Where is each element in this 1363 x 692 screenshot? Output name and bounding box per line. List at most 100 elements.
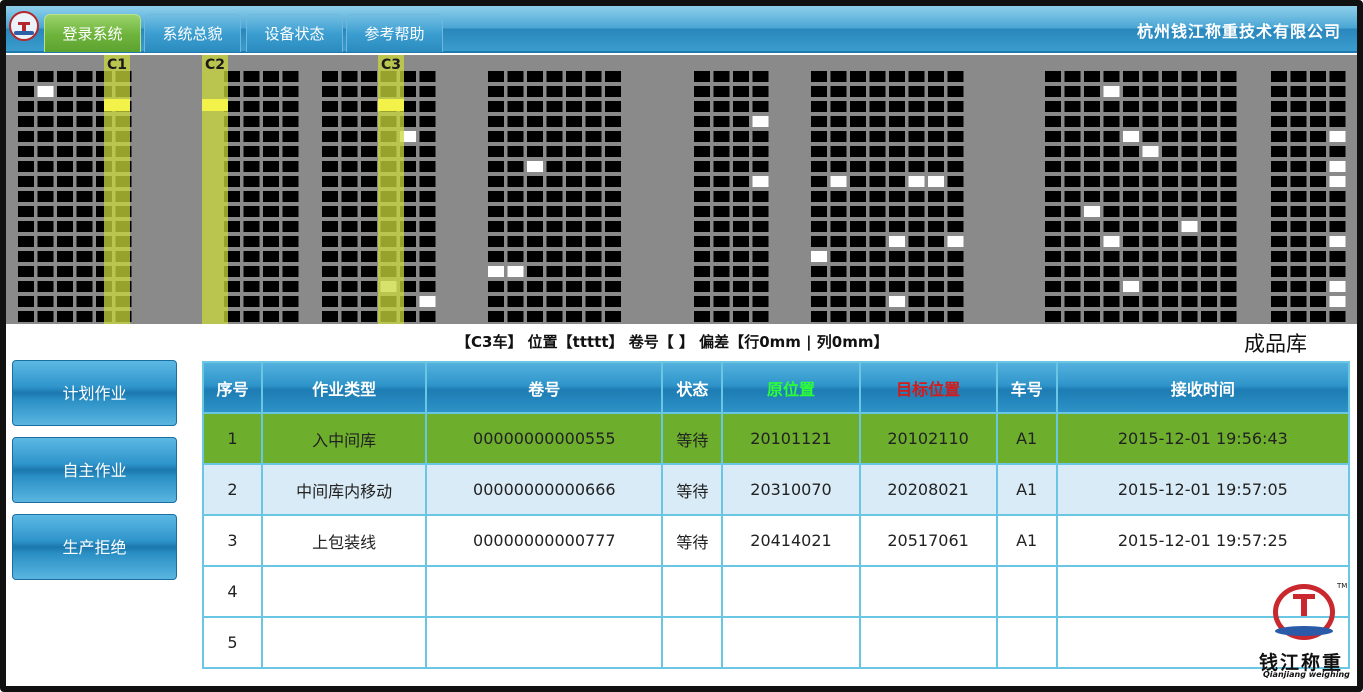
header-receive-time[interactable]: 接收时间 [1057, 363, 1348, 412]
crane-track[interactable] [378, 55, 404, 324]
storage-slot [585, 101, 602, 112]
header-job-type[interactable]: 作业类型 [263, 363, 426, 412]
storage-slot [869, 176, 886, 187]
storage-slot [263, 251, 279, 262]
storage-slot [76, 71, 93, 82]
storage-slot [1084, 281, 1100, 292]
storage-slot [57, 191, 73, 202]
storage-slot [869, 146, 886, 157]
table-row[interactable]: 3 上包装线 00000000000777 等待 20414021 20517061 A1 2… [204, 516, 1348, 565]
storage-slot [18, 176, 34, 187]
crane-track[interactable] [202, 55, 228, 324]
table-header-row: 序号 作业类型 卷号 状态 原位置 目标位置 车号 接收时间 [204, 363, 1348, 412]
storage-slot [1310, 206, 1326, 217]
storage-slot [811, 86, 827, 97]
storage-slot [1310, 176, 1326, 187]
tab-device-status[interactable]: 设备状态 [246, 14, 343, 52]
storage-slot [830, 251, 847, 262]
table-row[interactable]: 1 入中间库 00000000000555 等待 20101121 20102110 A1 2… [204, 414, 1348, 463]
reject-production-button[interactable]: 生产拒绝 [12, 514, 177, 580]
storage-slot [1220, 206, 1237, 217]
storage-slot [1142, 86, 1159, 97]
cell-job-type [263, 618, 426, 667]
storage-slot [1329, 296, 1346, 307]
storage-slot [928, 311, 944, 322]
storage-slot [1103, 131, 1120, 142]
storage-slot [243, 131, 260, 142]
storage-slot [1162, 146, 1178, 157]
storage-slot [1162, 206, 1178, 217]
storage-slot [1271, 206, 1287, 217]
plan-job-button[interactable]: 计划作业 [12, 360, 177, 426]
storage-slot [1220, 146, 1237, 157]
storage-slot [507, 176, 524, 187]
storage-slot [947, 206, 964, 217]
storage-slot [1290, 86, 1307, 97]
storage-slot [488, 71, 504, 82]
storage-slot [1310, 251, 1326, 262]
crane-trolley [104, 99, 130, 111]
storage-slot [830, 86, 847, 97]
storage-slot [341, 266, 358, 277]
storage-slot [1142, 251, 1159, 262]
storage-slot [1103, 116, 1120, 127]
storage-slot [694, 221, 710, 232]
storage-slot [1162, 101, 1178, 112]
top-header: 登录系统 系统总貌 设备状态 参考帮助 杭州钱江称重技术有限公司 [6, 6, 1357, 53]
storage-slot [1220, 296, 1237, 307]
storage-slot [1201, 191, 1217, 202]
storage-slot [1045, 206, 1061, 217]
header-status[interactable]: 状态 [663, 363, 722, 412]
storage-slot [1045, 161, 1061, 172]
storage-slot [889, 146, 905, 157]
storage-slot [811, 131, 827, 142]
cell-job-type [263, 567, 426, 616]
crane-track[interactable] [104, 55, 130, 324]
storage-slot [566, 296, 582, 307]
header-seq[interactable]: 序号 [204, 363, 262, 412]
storage-slot [1064, 86, 1081, 97]
storage-slot [546, 251, 563, 262]
table-row[interactable]: 5 [204, 618, 1348, 667]
storage-slot [1084, 86, 1100, 97]
storage-slot [419, 251, 436, 262]
storage-slot [527, 206, 543, 217]
storage-slot [1310, 146, 1326, 157]
storage-slot [811, 206, 827, 217]
storage-slot [1181, 86, 1198, 97]
storage-slot [1220, 116, 1237, 127]
tab-overview[interactable]: 系统总貌 [144, 14, 241, 52]
storage-slot [869, 221, 886, 232]
storage-slot [1064, 176, 1081, 187]
table-row[interactable]: 4 [204, 567, 1348, 616]
storage-slot [1064, 206, 1081, 217]
table-row[interactable]: 2 中间库内移动 00000000000666 等待 20310070 20208021 A… [204, 465, 1348, 514]
tab-login[interactable]: 登录系统 [44, 14, 141, 52]
storage-slot [713, 206, 730, 217]
storage-slot [1181, 251, 1198, 262]
storage-slot [566, 86, 582, 97]
tab-help[interactable]: 参考帮助 [346, 14, 443, 52]
storage-slot [361, 86, 377, 97]
header-source-position[interactable]: 原位置 [723, 363, 859, 412]
header-target-position[interactable]: 目标位置 [860, 363, 996, 412]
storage-slot [1220, 131, 1237, 142]
storage-slot [282, 101, 299, 112]
storage-slot [694, 146, 710, 157]
storage-slot [1123, 161, 1139, 172]
manual-job-button[interactable]: 自主作业 [12, 437, 177, 503]
storage-slot [947, 311, 964, 322]
storage-slot [889, 311, 905, 322]
storage-slot [869, 116, 886, 127]
storage-slot [507, 146, 524, 157]
storage-slot [566, 221, 582, 232]
storage-slot [1310, 116, 1326, 127]
storage-slot [37, 311, 54, 322]
storage-slot [361, 296, 377, 307]
storage-slot [928, 101, 944, 112]
header-car-number[interactable]: 车号 [997, 363, 1056, 412]
storage-slot [1084, 161, 1100, 172]
header-coil-number[interactable]: 卷号 [427, 363, 662, 412]
storage-slot [507, 206, 524, 217]
storage-slot [488, 311, 504, 322]
